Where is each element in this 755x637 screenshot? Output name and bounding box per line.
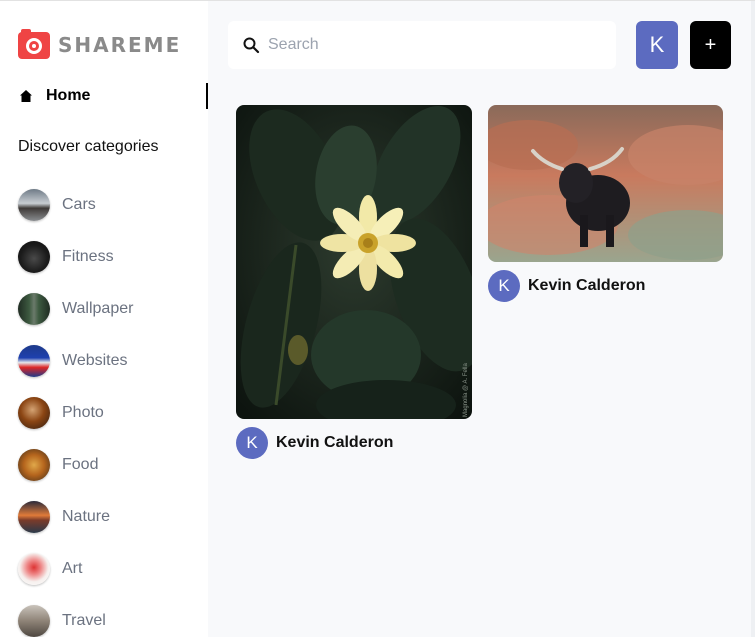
author-name: Kevin Calderon bbox=[276, 434, 394, 451]
category-thumbnail bbox=[18, 189, 50, 221]
avatar: K bbox=[488, 270, 520, 302]
section-title: Discover categories bbox=[18, 138, 159, 155]
sidebar-item-label: Photo bbox=[62, 404, 104, 421]
user-profile-button[interactable]: K bbox=[636, 21, 678, 69]
sidebar-item-art[interactable]: Art bbox=[18, 543, 133, 595]
logo-text: SHAREME bbox=[58, 33, 182, 57]
logo[interactable]: SHAREME bbox=[18, 29, 181, 61]
category-thumbnail bbox=[18, 397, 50, 429]
sidebar-item-nature[interactable]: Nature bbox=[18, 491, 133, 543]
category-thumbnail bbox=[18, 241, 50, 273]
sidebar-item-wallpaper[interactable]: Wallpaper bbox=[18, 283, 133, 335]
category-thumbnail bbox=[18, 449, 50, 481]
pin-card[interactable]: K Kevin Calderon bbox=[488, 105, 723, 302]
category-list: Cars Fitness Wallpaper Websites Photo Fo… bbox=[18, 179, 133, 637]
sidebar-item-label: Cars bbox=[62, 196, 96, 213]
category-thumbnail bbox=[18, 501, 50, 533]
image-watermark: Magnolia @ A. Fella bbox=[463, 363, 469, 417]
pin-image-flower[interactable]: Magnolia @ A. Fella bbox=[236, 105, 472, 419]
author-name: Kevin Calderon bbox=[528, 277, 646, 294]
pin-image-highland-cow[interactable] bbox=[488, 105, 723, 262]
sidebar-item-label: Fitness bbox=[62, 248, 114, 265]
sidebar-item-websites[interactable]: Websites bbox=[18, 335, 133, 387]
home-icon bbox=[18, 88, 34, 104]
sidebar-item-fitness[interactable]: Fitness bbox=[18, 231, 133, 283]
sidebar-item-label: Home bbox=[46, 87, 91, 104]
sidebar-item-cars[interactable]: Cars bbox=[18, 179, 133, 231]
sidebar-item-travel[interactable]: Travel bbox=[18, 595, 133, 637]
sidebar-item-label: Nature bbox=[62, 508, 111, 525]
create-pin-button[interactable]: + bbox=[690, 21, 731, 69]
category-thumbnail bbox=[18, 345, 50, 377]
camera-logo-icon bbox=[18, 29, 50, 61]
avatar: K bbox=[236, 427, 268, 459]
sidebar-item-label: Wallpaper bbox=[62, 300, 134, 317]
category-thumbnail bbox=[18, 293, 50, 325]
pin-card[interactable]: Magnolia @ A. Fella K Kevin Calderon bbox=[236, 105, 472, 459]
sidebar-item-photo[interactable]: Photo bbox=[18, 387, 133, 439]
sidebar-item-food[interactable]: Food bbox=[18, 439, 133, 491]
scrollbar[interactable] bbox=[751, 1, 755, 637]
sidebar-item-label: Art bbox=[62, 560, 83, 577]
category-thumbnail bbox=[18, 553, 50, 585]
sidebar-item-label: Websites bbox=[62, 352, 128, 369]
sidebar-item-home[interactable]: Home bbox=[18, 83, 208, 109]
pin-author[interactable]: K Kevin Calderon bbox=[488, 270, 723, 302]
search-input[interactable] bbox=[268, 36, 608, 54]
category-thumbnail bbox=[18, 605, 50, 637]
pin-author[interactable]: K Kevin Calderon bbox=[236, 427, 472, 459]
search-icon bbox=[242, 36, 260, 54]
sidebar-item-label: Travel bbox=[62, 612, 106, 629]
sidebar: SHAREME Home Discover categories Cars Fi… bbox=[0, 1, 208, 637]
search-bar[interactable] bbox=[228, 21, 616, 69]
sidebar-item-label: Food bbox=[62, 456, 99, 473]
